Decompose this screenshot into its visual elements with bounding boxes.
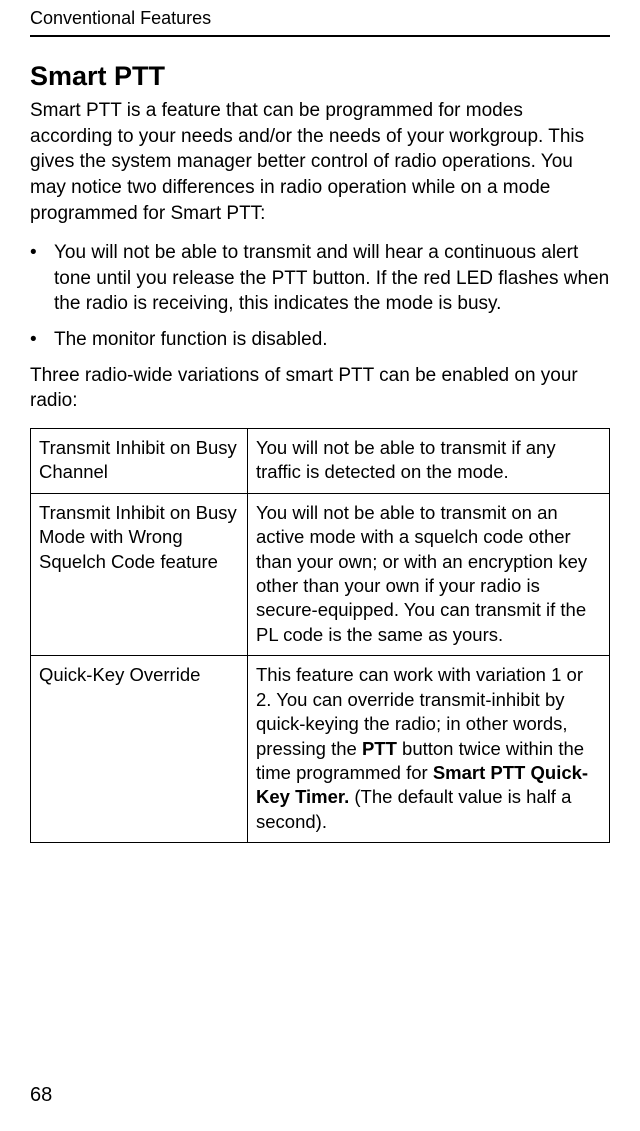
page: Conventional Features Smart PTT Smart PT… bbox=[0, 0, 640, 1131]
variation-name: Quick-Key Override bbox=[31, 656, 248, 843]
list-item: • The monitor function is disabled. bbox=[30, 327, 610, 353]
bullet-icon: • bbox=[30, 327, 54, 353]
bullet-text: You will not be able to transmit and wil… bbox=[54, 240, 610, 317]
intro-paragraph: Smart PTT is a feature that can be progr… bbox=[30, 98, 610, 226]
list-item: • You will not be able to transmit and w… bbox=[30, 240, 610, 317]
bold-text: PTT bbox=[362, 738, 397, 759]
bold-text: Smart PTT Quick-Key Timer. bbox=[256, 762, 588, 807]
variation-description: You will not be able to transmit on an a… bbox=[248, 493, 610, 655]
table-row: Quick-Key OverrideThis feature can work … bbox=[31, 656, 610, 843]
variation-name: Transmit Inhibit on Busy Mode with Wrong… bbox=[31, 493, 248, 655]
section-title: Smart PTT bbox=[30, 61, 610, 92]
variations-table: Transmit Inhibit on Busy ChannelYou will… bbox=[30, 428, 610, 843]
table-row: Transmit Inhibit on Busy Mode with Wrong… bbox=[31, 493, 610, 655]
running-head: Conventional Features bbox=[30, 8, 610, 29]
bullet-icon: • bbox=[30, 240, 54, 317]
table-row: Transmit Inhibit on Busy ChannelYou will… bbox=[31, 429, 610, 494]
page-number: 68 bbox=[30, 1084, 52, 1107]
header-rule bbox=[30, 35, 610, 37]
variation-description: You will not be able to transmit if any … bbox=[248, 429, 610, 494]
after-bullets-paragraph: Three radio-wide variations of smart PTT… bbox=[30, 363, 610, 414]
table-body: Transmit Inhibit on Busy ChannelYou will… bbox=[31, 429, 610, 843]
bullet-list: • You will not be able to transmit and w… bbox=[30, 240, 610, 353]
variation-name: Transmit Inhibit on Busy Channel bbox=[31, 429, 248, 494]
bullet-text: The monitor function is disabled. bbox=[54, 327, 328, 353]
variation-description: This feature can work with variation 1 o… bbox=[248, 656, 610, 843]
